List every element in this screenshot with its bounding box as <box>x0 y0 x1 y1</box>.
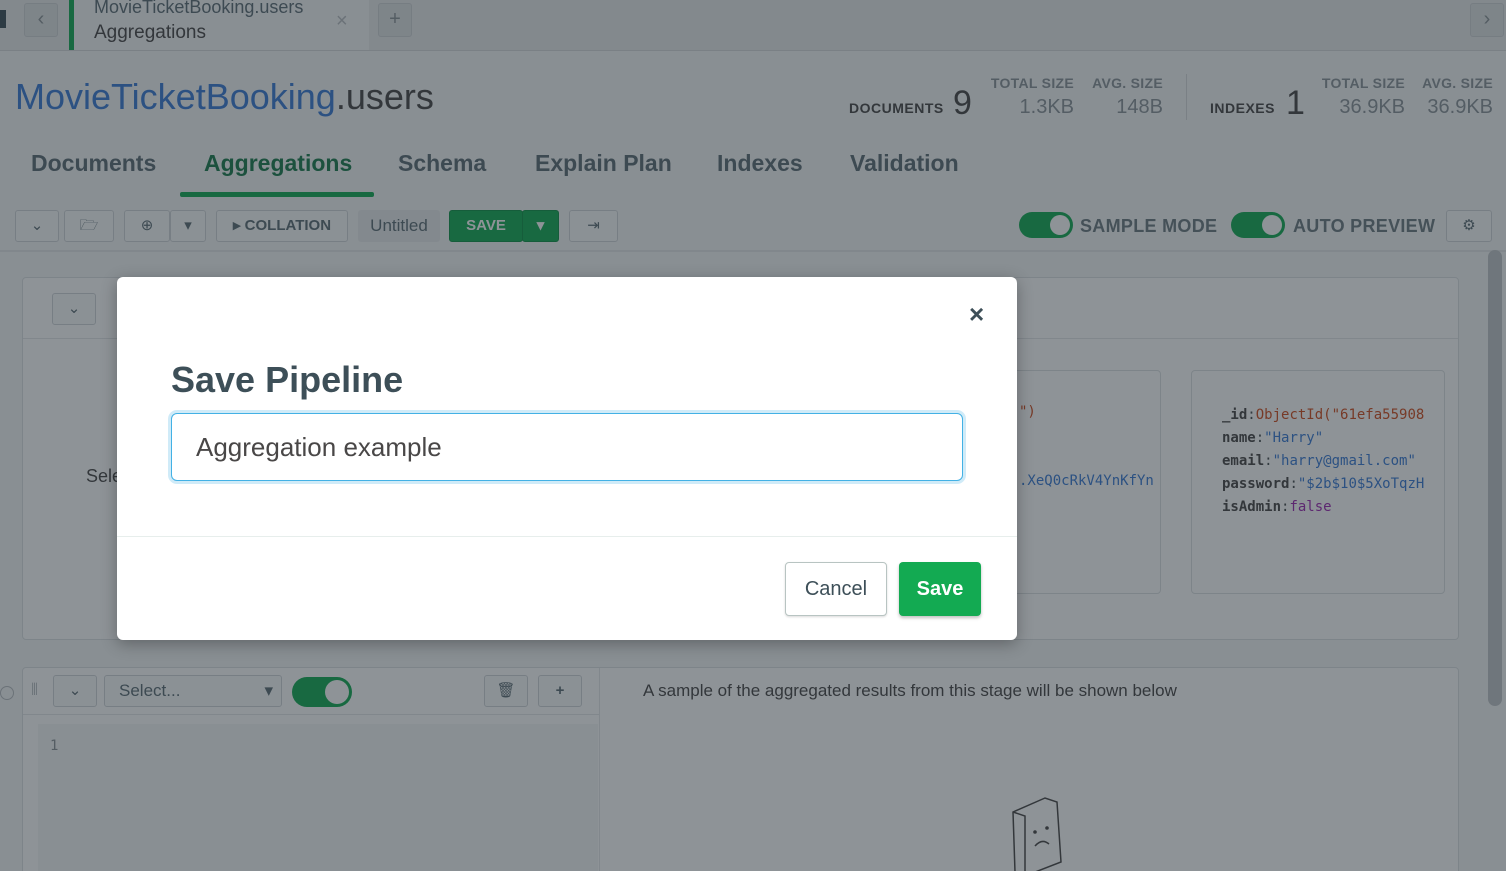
save-button[interactable]: Save <box>899 562 981 616</box>
close-icon[interactable]: × <box>969 299 984 330</box>
cancel-button[interactable]: Cancel <box>785 562 887 616</box>
pipeline-name-input[interactable] <box>171 413 963 481</box>
modal-title: Save Pipeline <box>171 359 404 400</box>
modal-divider <box>117 536 1017 537</box>
save-pipeline-modal: × Save Pipeline Cancel Save <box>117 277 1017 640</box>
